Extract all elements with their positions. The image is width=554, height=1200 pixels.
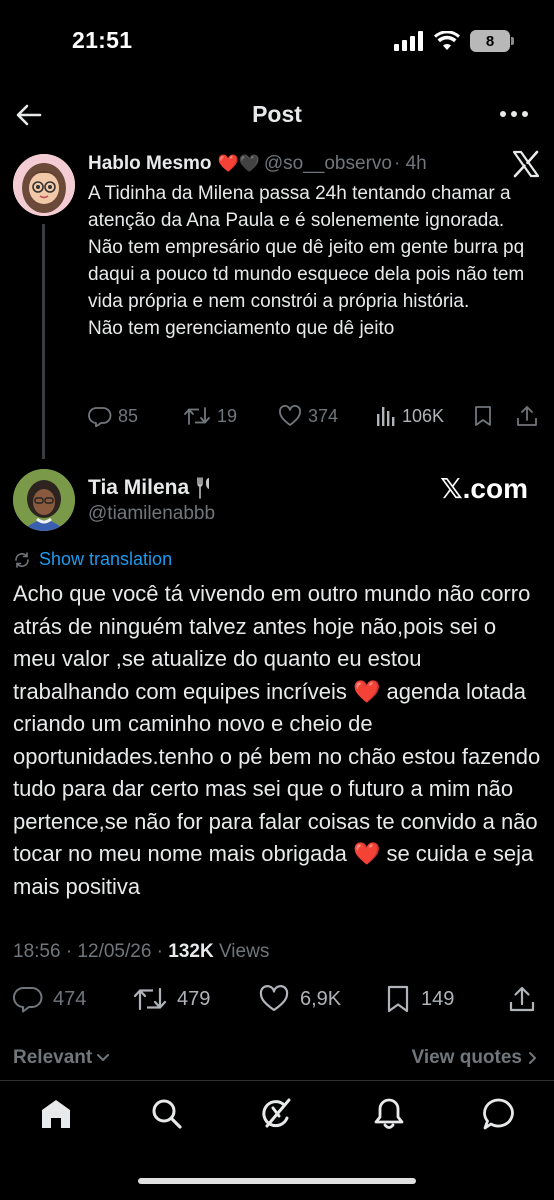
chevron-down-icon [97, 1054, 110, 1061]
post-metadata: 18:56 · 12/05/26 · 132K Views [13, 941, 269, 963]
translate-icon [15, 551, 29, 568]
views-count[interactable]: 132K [168, 941, 213, 962]
tweet-paragraph: Não tem gerenciamento que dê jeito [88, 318, 395, 339]
cellular-signal-icon [394, 31, 423, 51]
more-dots-icon [500, 111, 528, 117]
views-label: Views [213, 941, 270, 962]
bottom-nav [0, 1096, 554, 1140]
tweet-paragraph: Não tem empresário que dê jeito em gente… [88, 237, 525, 312]
quoted-author-row: Hablo Mesmo ❤️🖤 @so__observo · 4h [88, 153, 427, 175]
views-button[interactable]: 106K [376, 405, 444, 427]
repost-button[interactable]: 19 [183, 405, 237, 427]
battery-level: 8 [485, 32, 495, 50]
avatar-illustration-icon [13, 154, 75, 216]
x-com-watermark: 𝕏.com [440, 473, 528, 504]
main-tweet-actions: 474 479 6,9K 149 [13, 985, 543, 1017]
search-icon [152, 1099, 182, 1129]
view-quotes-label: View quotes [411, 1047, 522, 1068]
status-icons: 8 [394, 30, 514, 52]
share-button[interactable] [516, 405, 538, 427]
author-handle[interactable]: @tiamilenabbb [88, 503, 215, 525]
quoted-tweet-actions: 85 19 374 106K [88, 405, 540, 435]
like-count: 374 [308, 405, 339, 426]
nav-messages[interactable] [481, 1096, 517, 1132]
show-translation-label[interactable]: Show translation [39, 549, 172, 570]
reply-button[interactable]: 85 [88, 405, 138, 427]
divider [0, 1080, 554, 1081]
nav-grok[interactable] [259, 1096, 295, 1132]
heart-outline-icon [259, 985, 289, 1012]
bookmark-icon [387, 985, 409, 1013]
nav-search[interactable] [149, 1096, 185, 1132]
avatar-photo-icon [13, 469, 75, 531]
post-time: · 4h [393, 153, 427, 174]
chevron-right-icon [529, 1052, 536, 1064]
view-quotes-link[interactable]: View quotes [411, 1047, 538, 1069]
message-bubble-icon [483, 1098, 514, 1130]
thread-connector [42, 224, 45, 459]
avatar[interactable] [13, 469, 75, 531]
reply-count: 85 [118, 405, 139, 426]
wifi-icon [434, 31, 460, 50]
status-time: 21:51 [72, 27, 133, 53]
main-tweet-body: Acho que você tá vivendo em outro mundo … [13, 581, 541, 899]
sort-replies-dropdown[interactable]: Relevant [13, 1047, 110, 1069]
home-icon [42, 1100, 70, 1128]
tweet-paragraph: A Tidinha da Milena passa 24h tentando c… [88, 183, 511, 231]
more-options-button[interactable] [498, 104, 530, 124]
post-timestamp: 18:56 · 12/05/26 · [13, 941, 169, 962]
like-button[interactable]: 6,9K [258, 985, 341, 1013]
reply-button[interactable]: 474 [13, 985, 86, 1013]
author-handle[interactable]: @so__observo [264, 153, 392, 175]
bell-icon [374, 1098, 404, 1129]
like-count: 6,9K [300, 987, 342, 1010]
author-name[interactable]: Hablo Mesmo [88, 153, 212, 175]
x-logo-icon [512, 150, 540, 178]
avatar[interactable] [13, 154, 75, 216]
nav-home[interactable] [38, 1096, 74, 1132]
reply-icon [88, 407, 112, 427]
reply-count: 474 [53, 987, 87, 1010]
bookmark-button[interactable]: 149 [385, 985, 454, 1013]
bookmark-icon [475, 406, 491, 426]
show-translation-link[interactable]: Show translation [13, 549, 172, 570]
reply-icon [13, 986, 43, 1013]
share-icon [517, 406, 537, 426]
heart-outline-icon [279, 405, 301, 426]
main-author-row: Tia Milena [88, 476, 213, 500]
bookmark-button[interactable] [473, 405, 493, 427]
battery-indicator: 8 [470, 30, 514, 52]
share-icon [509, 986, 535, 1012]
share-button[interactable] [508, 985, 536, 1013]
sort-label: Relevant [13, 1047, 93, 1068]
repost-icon [184, 407, 210, 425]
home-indicator [138, 1178, 416, 1184]
views-bar-icon [377, 407, 395, 426]
grok-icon [262, 1098, 291, 1128]
fork-knife-icon [197, 477, 210, 499]
author-name[interactable]: Tia Milena [88, 476, 189, 500]
repost-icon [133, 987, 167, 1011]
like-button[interactable]: 374 [278, 405, 338, 427]
author-emojis: ❤️🖤 [217, 154, 260, 173]
repost-count: 19 [217, 405, 238, 426]
nav-notifications[interactable] [371, 1096, 407, 1132]
page-title: Post [252, 101, 302, 127]
quoted-tweet-body: A Tidinha da Milena passa 24h tentando c… [88, 180, 540, 342]
bookmark-count: 149 [421, 987, 455, 1010]
view-count: 106K [402, 405, 445, 426]
repost-count: 479 [177, 987, 211, 1010]
repost-button[interactable]: 479 [133, 985, 210, 1013]
